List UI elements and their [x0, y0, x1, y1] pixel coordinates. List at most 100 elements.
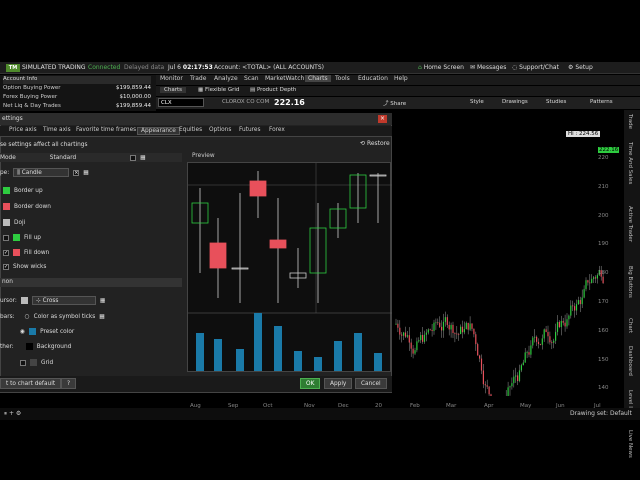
border-down-swatch[interactable] [3, 203, 10, 210]
candle-body [558, 322, 560, 328]
side-tab[interactable]: Dashboard [627, 346, 633, 376]
radio-preset-color[interactable]: ◉ [20, 329, 25, 335]
cursor-dropdown[interactable]: ⊹ Cross [31, 296, 96, 305]
candle-body [435, 322, 437, 324]
side-tab[interactable]: Live News [627, 430, 633, 458]
fill-down-row[interactable]: ✓ Fill down [3, 249, 49, 256]
tab-charts[interactable]: Charts [160, 87, 186, 93]
chart-type-dropdown[interactable]: ⫼ Candle [13, 168, 70, 177]
side-tab[interactable]: Level II [627, 390, 633, 410]
tab-options[interactable]: Options [209, 127, 231, 133]
studies-button[interactable]: Studies [546, 99, 566, 105]
candle-body [463, 329, 465, 333]
tab-flexible-grid[interactable]: ▦ Flexible Grid [198, 87, 239, 93]
show-wicks-row[interactable]: ✓ Show wicks [3, 264, 46, 270]
doji-swatch[interactable] [3, 219, 10, 226]
menu-charts[interactable]: Charts [305, 75, 331, 82]
reset-to-default-button[interactable]: t to chart default [0, 378, 62, 389]
candle-body [518, 370, 521, 382]
grid-checkbox[interactable] [20, 359, 26, 366]
menu-trade[interactable]: Trade [190, 75, 206, 82]
tab-time-axis[interactable]: Time axis [43, 127, 71, 133]
tab-favorite-time-frames[interactable]: Favorite time frames [76, 127, 136, 133]
grid-icon: ▦ [140, 154, 146, 161]
menu-marketwatch[interactable]: MarketWatch [265, 75, 304, 82]
preset-color-swatch[interactable] [29, 328, 37, 335]
side-tab[interactable]: Chart [627, 318, 633, 333]
show-wicks-checkbox[interactable]: ✓ [3, 264, 9, 270]
candle-body [479, 355, 481, 359]
support-chat-button[interactable]: ◌ Support/Chat [512, 64, 559, 71]
fill-down-checkbox[interactable]: ✓ [3, 249, 9, 256]
ok-button[interactable]: OK [300, 378, 321, 389]
menu-scan[interactable]: Scan [244, 75, 259, 82]
candle-body [577, 300, 579, 305]
price-chart[interactable] [392, 110, 614, 421]
restore-button[interactable]: ⟲ Restore [360, 140, 390, 147]
candle-body [471, 323, 473, 329]
chat-icon: ◌ [512, 64, 518, 71]
mode-value[interactable]: Standard [50, 155, 76, 161]
candle-body [465, 322, 467, 330]
candle-body [454, 332, 456, 334]
messages-button[interactable]: ✉ Messages [470, 64, 506, 71]
home-screen-button[interactable]: ⌂ Home Screen [418, 64, 464, 71]
symbol-input[interactable]: CLX [158, 98, 204, 107]
style-button[interactable]: Style [470, 99, 484, 105]
cursor-color-swatch[interactable] [20, 297, 28, 304]
background-swatch[interactable] [25, 343, 33, 350]
border-up-row[interactable]: Border up [3, 187, 43, 194]
menu-tools[interactable]: Tools [335, 75, 350, 82]
chart-type-reset[interactable]: × [73, 169, 80, 176]
drawings-button[interactable]: Drawings [502, 99, 528, 105]
candle-body [520, 365, 522, 371]
preview-volume-bar [314, 357, 322, 371]
mode-checkbox[interactable] [130, 154, 137, 161]
grid-swatch[interactable] [30, 359, 37, 366]
drawing-set[interactable]: Drawing set: Default [570, 410, 632, 417]
side-tab[interactable]: Big Buttons [627, 266, 633, 298]
gear-icon[interactable]: ⚙ [16, 410, 21, 417]
setup-button[interactable]: ⚙ Setup [568, 64, 593, 71]
tab-product-depth[interactable]: ▤ Product Depth [250, 87, 296, 93]
cancel-button[interactable]: Cancel [355, 378, 387, 389]
add-icon[interactable]: + [9, 410, 14, 417]
tab-forex[interactable]: Forex [269, 127, 285, 133]
help-button[interactable]: ? [61, 378, 77, 389]
menu-education[interactable]: Education [358, 75, 388, 82]
section-header: non [0, 278, 182, 287]
fill-down-swatch[interactable] [13, 249, 20, 256]
y-axis-label: 200 [598, 212, 609, 219]
share-button[interactable]: ⤴ Share [383, 99, 406, 107]
side-tab[interactable]: Trade [627, 114, 633, 129]
radio-color-as-symbol[interactable]: ○ [25, 314, 30, 320]
candle-body [414, 350, 416, 354]
tab-appearance[interactable]: Appearance [137, 127, 180, 135]
border-up-swatch[interactable] [3, 187, 10, 194]
menu-analyze[interactable]: Analyze [214, 75, 238, 82]
candle-body [437, 322, 439, 324]
fill-up-checkbox[interactable] [3, 234, 9, 241]
candle-body [526, 352, 528, 353]
close-icon[interactable]: × [378, 115, 387, 123]
border-down-row[interactable]: Border down [3, 203, 51, 210]
side-tab[interactable]: Active Trader [627, 206, 633, 242]
account-info-header[interactable]: Account Info [3, 76, 151, 84]
tab-price-axis[interactable]: Price axis [9, 127, 37, 133]
menu-help[interactable]: Help [394, 75, 408, 82]
patterns-button[interactable]: Patterns [590, 99, 613, 105]
side-tab[interactable]: Time And Sales [627, 142, 633, 184]
option-buying-power-row: Option Buying Power $199,859.44 [3, 85, 151, 91]
doji-row[interactable]: Doji [3, 219, 25, 226]
account-selector[interactable]: Account: <TOTAL> (ALL ACCOUNTS) [214, 64, 324, 71]
fill-up-row[interactable]: Fill up [3, 234, 41, 241]
pause-icon[interactable]: ⏸ [4, 410, 7, 417]
candle-body [422, 334, 424, 342]
menu-monitor[interactable]: Monitor [160, 75, 183, 82]
tab-equities[interactable]: Equities [179, 127, 202, 133]
candle-body [511, 383, 513, 387]
preview-volume-bar [334, 341, 342, 371]
apply-button[interactable]: Apply [324, 378, 353, 389]
tab-futures[interactable]: Futures [239, 127, 260, 133]
fill-up-swatch[interactable] [13, 234, 20, 241]
